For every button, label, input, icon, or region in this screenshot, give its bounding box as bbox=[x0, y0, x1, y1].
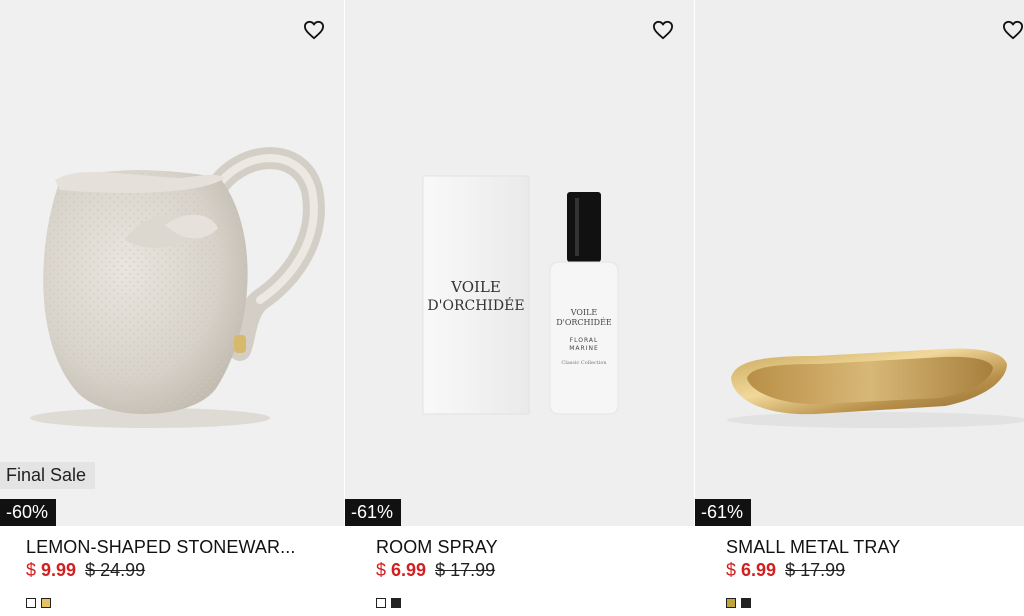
heart-outline-icon bbox=[1003, 20, 1023, 40]
color-swatch[interactable] bbox=[376, 598, 386, 608]
original-price: $ 24.99 bbox=[85, 560, 146, 580]
bottle-collection: Classic Collection bbox=[561, 360, 607, 366]
color-swatches bbox=[726, 598, 1024, 608]
price-row: $ 9.99 $ 24.99 bbox=[26, 559, 344, 581]
original-price: $ 17.99 bbox=[435, 560, 496, 580]
bottle-scent-line1: FLORAL bbox=[570, 337, 599, 344]
product-title[interactable]: LEMON-SHAPED STONEWAR... bbox=[26, 536, 316, 558]
color-swatch[interactable] bbox=[26, 598, 36, 608]
sale-price: $ 6.99 bbox=[726, 560, 781, 580]
product-image[interactable]: Final Sale -60% bbox=[0, 0, 344, 526]
currency-symbol: $ bbox=[376, 560, 392, 580]
currency-symbol: $ bbox=[726, 560, 742, 580]
color-swatch[interactable] bbox=[726, 598, 736, 608]
product-image[interactable]: -61% bbox=[695, 0, 1024, 526]
product-info: ROOM SPRAY $ 6.99 $ 17.99 bbox=[345, 526, 694, 608]
product-image[interactable]: VOILE D'ORCHIDÉE VOILE D'ORCHIDÉE FLORAL… bbox=[345, 0, 694, 526]
room-spray-illustration: VOILE D'ORCHIDÉE VOILE D'ORCHIDÉE FLORAL… bbox=[422, 175, 619, 415]
price-row: $ 6.99 $ 17.99 bbox=[376, 559, 694, 581]
product-card[interactable]: -61% SMALL METAL TRAY $ 6.99 $ 17.99 bbox=[695, 0, 1024, 616]
pitcher-illustration bbox=[30, 147, 325, 428]
product-info: SMALL METAL TRAY $ 6.99 $ 17.99 bbox=[695, 526, 1024, 608]
product-card[interactable]: VOILE D'ORCHIDÉE VOILE D'ORCHIDÉE FLORAL… bbox=[345, 0, 694, 616]
discount-badge: -61% bbox=[345, 499, 402, 526]
color-swatches bbox=[26, 598, 344, 608]
color-swatch[interactable] bbox=[741, 598, 751, 608]
currency-symbol: $ bbox=[26, 560, 42, 580]
final-sale-badge: Final Sale bbox=[0, 462, 96, 489]
product-card[interactable]: Final Sale -60% LEMON-SHAPED STONEWAR...… bbox=[0, 0, 344, 616]
product-title[interactable]: ROOM SPRAY bbox=[376, 536, 666, 558]
product-title[interactable]: SMALL METAL TRAY bbox=[726, 536, 1016, 558]
bottle-brand-line1: VOILE bbox=[570, 308, 598, 317]
heart-outline-icon bbox=[303, 20, 324, 40]
price-row: $ 6.99 $ 17.99 bbox=[726, 559, 1024, 581]
discount-badge: -61% bbox=[695, 499, 752, 526]
favorite-button[interactable] bbox=[303, 20, 327, 42]
favorite-button[interactable] bbox=[652, 20, 676, 42]
bottle-brand-line2: D'ORCHIDÉE bbox=[556, 318, 612, 327]
product-info: LEMON-SHAPED STONEWAR... $ 9.99 $ 24.99 bbox=[0, 526, 344, 608]
sale-price: $ 9.99 bbox=[26, 560, 81, 580]
sale-price: $ 6.99 bbox=[376, 560, 431, 580]
original-price: $ 17.99 bbox=[785, 560, 846, 580]
sale-amount: 9.99 bbox=[41, 560, 77, 580]
sale-amount: 6.99 bbox=[741, 560, 777, 580]
favorite-button[interactable] bbox=[1002, 20, 1024, 42]
box-brand-line2: D'ORCHIDÉE bbox=[427, 296, 524, 314]
color-swatch[interactable] bbox=[41, 598, 51, 608]
product-grid: Final Sale -60% LEMON-SHAPED STONEWAR...… bbox=[0, 0, 1024, 616]
sale-amount: 6.99 bbox=[391, 560, 427, 580]
color-swatch[interactable] bbox=[391, 598, 401, 608]
color-swatches bbox=[376, 598, 694, 608]
box-brand-line1: VOILE bbox=[450, 278, 501, 296]
bottle-scent-line2: MARINE bbox=[569, 345, 599, 352]
heart-outline-icon bbox=[653, 20, 673, 40]
discount-badge: -60% bbox=[0, 499, 57, 526]
metal-tray-illustration bbox=[727, 348, 1024, 428]
